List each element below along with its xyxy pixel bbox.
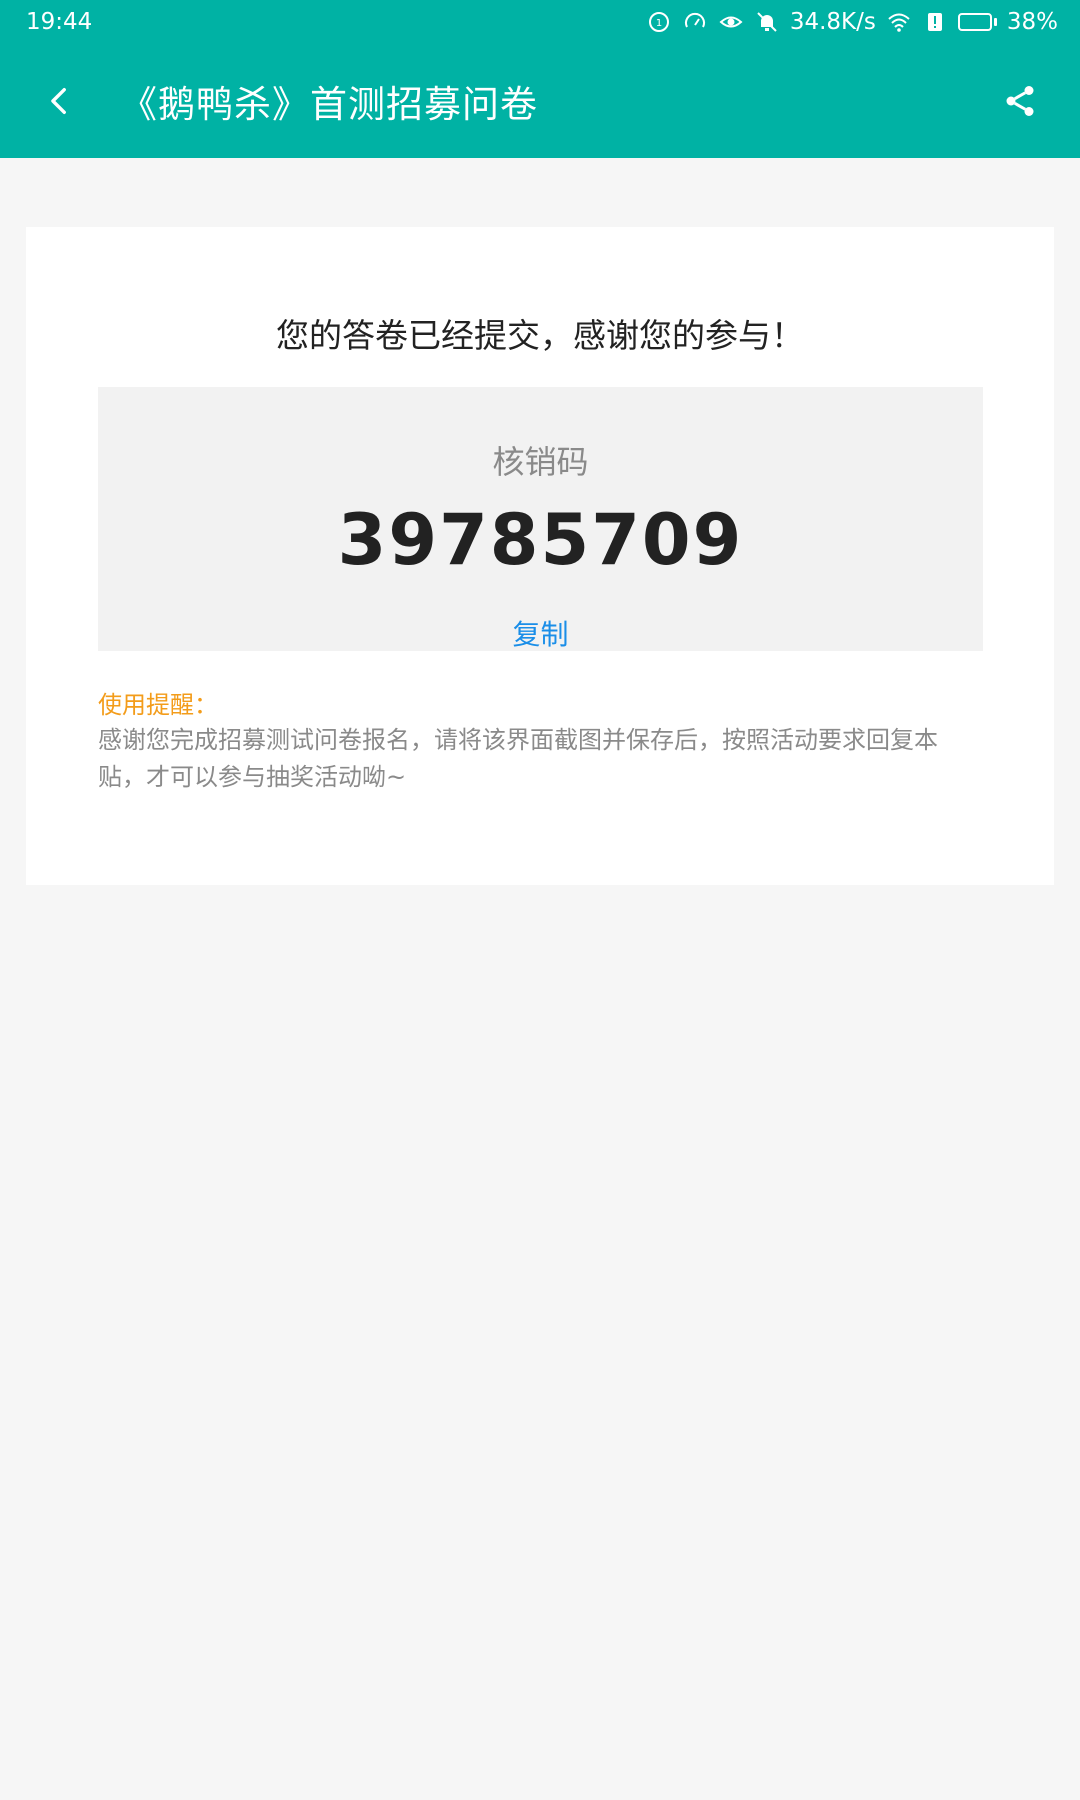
- data-saver-icon: 1: [646, 9, 672, 35]
- status-bar: 19:44 1 34.8K/s 38%: [0, 0, 1080, 44]
- status-icons: 1 34.8K/s 38%: [646, 9, 1058, 35]
- usage-tip-title: 使用提醒：: [98, 691, 218, 719]
- result-card: 您的答卷已经提交，感谢您的参与！ 核销码 39785709 复制 使用提醒： 感…: [26, 227, 1054, 885]
- battery-percent: 38%: [1006, 9, 1058, 35]
- speed-icon: [682, 9, 708, 35]
- verification-code-box: 核销码 39785709 复制: [98, 387, 983, 651]
- eye-icon: [718, 9, 744, 35]
- app-bar: 《鹅鸭杀》首测招募问卷: [0, 44, 1080, 158]
- usage-tip-text: 感谢您完成招募测试问卷报名，请将该界面截图并保存后，按照活动要求回复本贴，才可以…: [98, 726, 938, 791]
- share-button[interactable]: [990, 71, 1050, 131]
- wifi-icon: [886, 9, 912, 35]
- submit-success-message: 您的答卷已经提交，感谢您的参与！: [276, 316, 804, 355]
- share-icon: [1006, 86, 1034, 116]
- verification-code: 39785709: [337, 499, 744, 581]
- alert-icon: [922, 9, 948, 35]
- copy-button[interactable]: 复制: [512, 613, 568, 653]
- page-title: 《鹅鸭杀》首测招募问卷: [120, 83, 538, 126]
- battery-icon: [957, 13, 997, 31]
- back-button[interactable]: [30, 71, 90, 131]
- svg-text:1: 1: [656, 18, 662, 29]
- status-time: 19:44: [26, 9, 93, 35]
- back-chevron-icon: [51, 87, 66, 115]
- code-label: 核销码: [492, 443, 589, 481]
- network-speed: 34.8K/s: [789, 9, 876, 35]
- mute-bell-icon: [754, 9, 780, 35]
